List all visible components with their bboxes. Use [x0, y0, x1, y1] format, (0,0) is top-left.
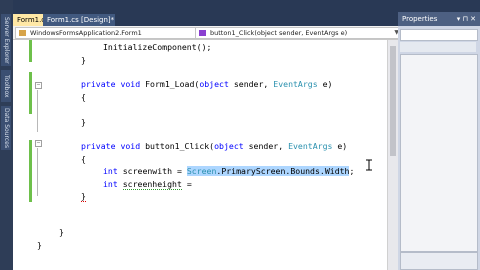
left-dock-strip: Server Explorer Toolbox Data Sources	[0, 0, 13, 270]
tab-form1-design-label: Form1.cs [Design]*	[47, 16, 115, 24]
properties-title: Properties ▾ ⊓ ✕	[398, 12, 480, 26]
class-icon	[19, 30, 26, 36]
code-line: }	[37, 240, 42, 250]
method-icon	[199, 30, 206, 36]
class-dropdown[interactable]: WindowsFormsApplication2.Form1 ▼	[15, 27, 207, 39]
collapse-icon[interactable]: −	[35, 82, 42, 89]
code-line: int screenheight =	[103, 179, 192, 190]
code-line: }	[81, 191, 86, 202]
code-line: {	[81, 154, 86, 164]
member-dropdown[interactable]: button1_Click(object sender, EventArgs e…	[195, 27, 401, 39]
document-tab-bar: Form1.cs* ✕ Form1.cs [Design]*	[13, 12, 398, 26]
properties-panel: Properties ▾ ⊓ ✕	[398, 12, 480, 270]
server-explorer-tab[interactable]: Server Explorer	[1, 14, 11, 66]
tab-form1-design[interactable]: Form1.cs [Design]*	[43, 14, 115, 26]
navigation-bar: WindowsFormsApplication2.Form1 ▼ button1…	[13, 26, 401, 40]
text-cursor-icon	[366, 159, 372, 171]
properties-toolbar[interactable]	[400, 42, 476, 52]
change-mark	[29, 40, 32, 62]
change-mark	[29, 140, 32, 202]
scrollbar-thumb[interactable]	[390, 46, 396, 156]
code-editor[interactable]: − − InitializeComponent(); } private voi…	[13, 40, 398, 270]
code-line: int screenwith = Screen.PrimaryScreen.Bo…	[103, 166, 355, 176]
class-dropdown-value: WindowsFormsApplication2.Form1	[30, 29, 142, 37]
collapse-icon[interactable]: −	[35, 140, 42, 147]
change-mark	[29, 72, 32, 114]
code-line: InitializeComponent();	[103, 42, 212, 52]
selected-text[interactable]: Screen.PrimaryScreen.Bounds.Width	[186, 166, 350, 176]
member-dropdown-value: button1_Click(object sender, EventArgs e…	[210, 29, 348, 37]
toolbox-tab[interactable]: Toolbox	[1, 70, 11, 102]
code-line: }	[81, 55, 86, 65]
code-line: private void button1_Click(object sender…	[81, 141, 348, 151]
code-line: {	[81, 92, 86, 102]
outline-line	[37, 90, 38, 132]
property-grid[interactable]	[400, 54, 478, 252]
code-line: }	[81, 117, 86, 127]
code-line: }	[59, 227, 64, 237]
change-margin	[29, 40, 32, 270]
window-top-strip	[13, 0, 480, 12]
object-selector[interactable]	[400, 29, 478, 41]
outline-line	[37, 148, 38, 196]
data-sources-tab[interactable]: Data Sources	[1, 106, 11, 150]
panel-controls-icon[interactable]: ▾ ⊓ ✕	[457, 12, 476, 26]
code-line: private void Form1_Load(object sender, E…	[81, 79, 333, 89]
property-description	[400, 252, 478, 270]
